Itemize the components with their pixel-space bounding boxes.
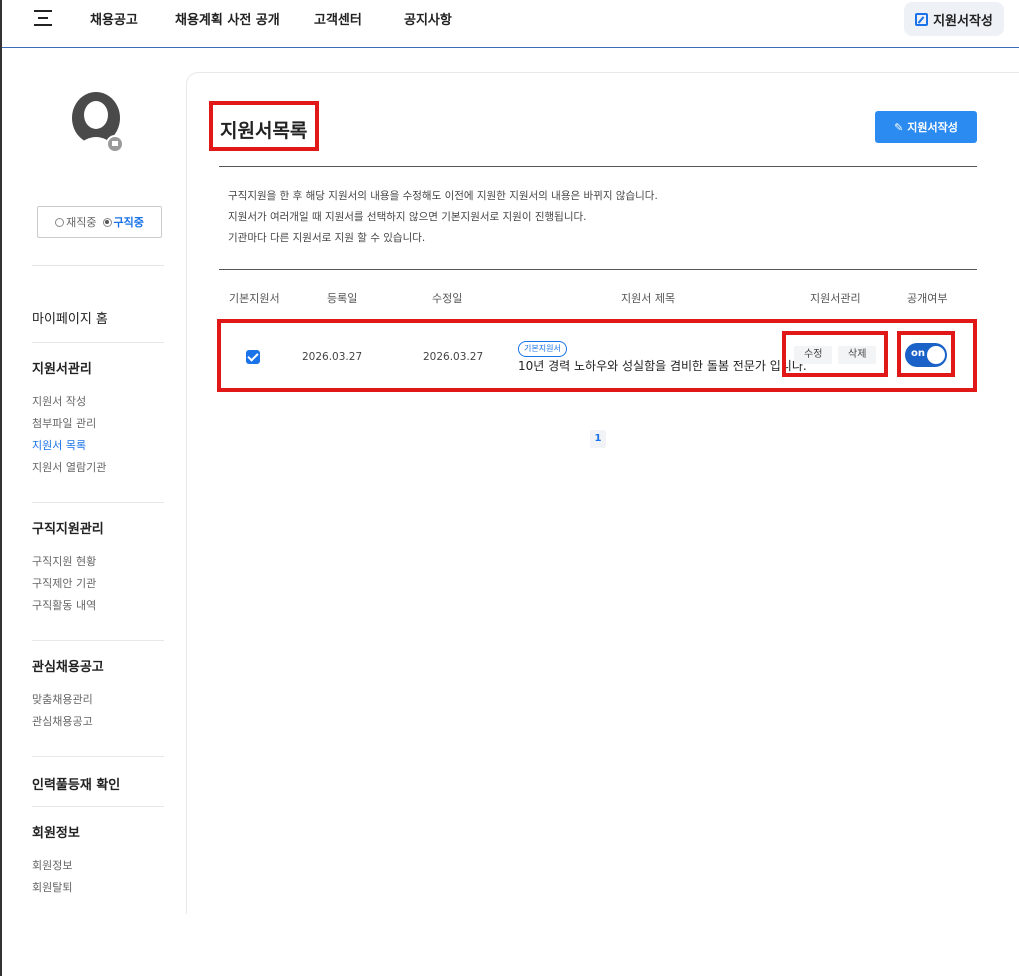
job-status-selector: 재직중 구직중: [37, 206, 162, 238]
notice-line: 지원서가 여러개일 때 지원서를 선택하지 않으면 기본지원서로 지원이 진행됩…: [228, 211, 587, 223]
sidebar-mypage-home-label: 마이페이지 홈: [32, 312, 108, 327]
top-write-resume-button[interactable]: 지원서작성: [904, 2, 1004, 36]
column-header: 공개여부: [907, 292, 948, 305]
highlight-box-manage: [782, 331, 888, 377]
sidebar-section-title[interactable]: 인력풀등재 확인: [32, 778, 120, 793]
pencil-icon: ✎: [894, 120, 904, 134]
sidebar-section-interest-jobs: 관심채용공고 맞춤채용관리 관심채용공고: [32, 656, 164, 733]
nav-notices[interactable]: 공지사항: [404, 9, 452, 28]
highlight-box-title: [209, 101, 319, 151]
user-avatar-icon: [72, 92, 124, 153]
nav-customer-center[interactable]: 고객센터: [314, 9, 362, 28]
sidebar-section-job-support: 구직지원관리 구직지원 현황 구직제안 기관 구직활동 내역: [32, 518, 164, 617]
profile-card: 재직중 구직중: [32, 72, 164, 266]
sidebar-item-attachments[interactable]: 첨부파일 관리: [32, 413, 164, 435]
write-resume-button[interactable]: ✎ 지원서작성: [875, 111, 977, 143]
column-header: 기본지원서: [229, 292, 280, 305]
sidebar-section-member-info: 회원정보 회원정보 회원탈퇴: [32, 822, 164, 899]
divider: [219, 269, 977, 270]
divider: [32, 756, 164, 757]
divider: [32, 342, 164, 343]
sidebar-item-viewing-orgs[interactable]: 지원서 열람기관: [32, 457, 164, 479]
sidebar-item-write-resume[interactable]: 지원서 작성: [32, 391, 164, 413]
column-header: 등록일: [327, 292, 358, 305]
column-header: 지원서관리: [810, 292, 861, 305]
column-header: 수정일: [432, 292, 463, 305]
notice-line: 구직지원을 한 후 해당 지원서의 내용을 수정해도 이전에 지원한 지원서의 …: [228, 190, 658, 202]
divider: [32, 502, 164, 503]
sidebar-item-support-status[interactable]: 구직지원 현황: [32, 551, 164, 573]
sidebar-item-interest-jobs[interactable]: 관심채용공고: [32, 711, 164, 733]
sidebar-section-title[interactable]: 지원서관리: [32, 362, 92, 377]
sidebar-item-custom-jobs[interactable]: 맞춤채용관리: [32, 689, 164, 711]
divider: [32, 806, 164, 807]
nav-hiring-plan[interactable]: 채용계획 사전 공개: [175, 9, 280, 28]
sidebar-section-title[interactable]: 구직지원관리: [32, 522, 104, 537]
menu-icon[interactable]: [34, 10, 52, 28]
divider: [32, 640, 164, 641]
write-resume-button-label: 지원서작성: [907, 121, 958, 134]
top-write-resume-label: 지원서작성: [933, 13, 993, 29]
sidebar-section-talent-pool: 인력풀등재 확인: [32, 774, 164, 793]
notice-text: 구직지원을 한 후 해당 지원서의 내용을 수정해도 이전에 지원한 지원서의 …: [228, 186, 658, 249]
column-header: 지원서 제목: [621, 292, 676, 305]
nav-job-postings[interactable]: 채용공고: [90, 9, 138, 28]
sidebar-item-activity-history[interactable]: 구직활동 내역: [32, 595, 164, 617]
avatar[interactable]: [69, 90, 127, 156]
sidebar: 재직중 구직중 마이페이지 홈 지원서관리 지원서 작성 첨부파일 관리 지원서…: [32, 72, 164, 914]
sidebar-item-offer-orgs[interactable]: 구직제안 기관: [32, 573, 164, 595]
highlight-box-public: [897, 331, 955, 377]
pagination-page[interactable]: 1: [590, 430, 606, 448]
divider: [219, 166, 977, 167]
sidebar-item-member-info[interactable]: 회원정보: [32, 855, 164, 877]
sidebar-item-withdraw[interactable]: 회원탈퇴: [32, 877, 164, 899]
sidebar-item-resume-list[interactable]: 지원서 목록: [32, 435, 164, 457]
top-navigation: 채용공고 채용계획 사전 공개 고객센터 공지사항 지원서작성: [2, 0, 1019, 48]
sidebar-section-title[interactable]: 관심채용공고: [32, 660, 104, 675]
sidebar-section-resume: 지원서관리 지원서 작성 첨부파일 관리 지원서 목록 지원서 열람기관: [32, 358, 164, 479]
sidebar-section-title[interactable]: 회원정보: [32, 826, 80, 841]
radio-employed[interactable]: 재직중: [55, 214, 97, 230]
notice-line: 기관마다 다른 지원서로 지원 할 수 있습니다.: [228, 232, 426, 244]
edit-icon: [915, 12, 929, 26]
radio-job-seeking[interactable]: 구직중: [102, 214, 144, 230]
sidebar-mypage-home[interactable]: 마이페이지 홈: [32, 308, 164, 327]
